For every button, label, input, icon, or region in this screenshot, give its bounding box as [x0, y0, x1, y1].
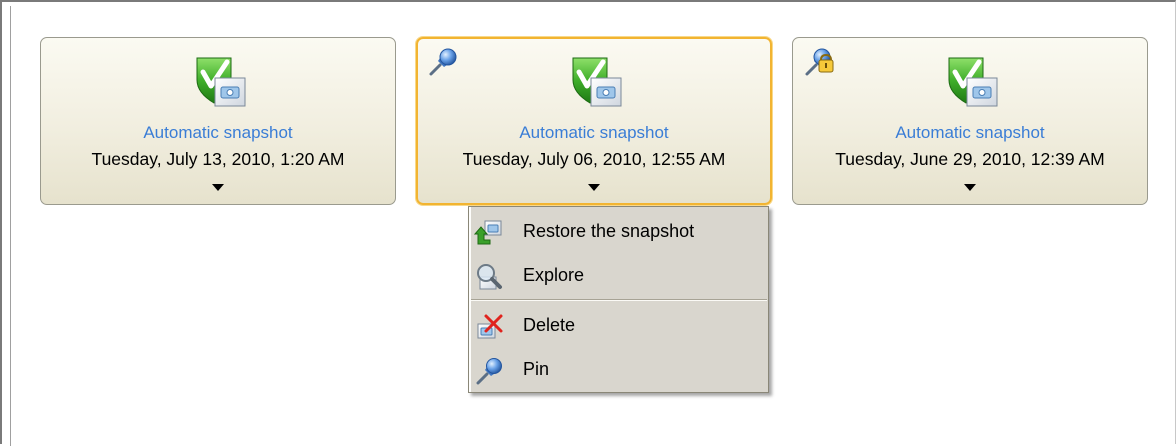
snapshot-card-3[interactable]: Automatic snapshot Tuesday, June 29, 201… — [792, 37, 1148, 205]
menu-separator — [471, 299, 767, 301]
snapshot-context-menu: Restore the snapshot Explore Delete Pin — [468, 206, 769, 393]
menu-item-explore[interactable]: Explore — [471, 256, 766, 296]
dropdown-arrow-icon[interactable] — [964, 184, 976, 191]
locked-pin-icon — [805, 48, 834, 76]
dropdown-arrow-icon[interactable] — [212, 184, 224, 191]
menu-item-label: Restore the snapshot — [523, 221, 695, 241]
snapshot-date: Tuesday, July 06, 2010, 12:55 AM — [462, 149, 726, 169]
snapshot-title[interactable]: Automatic snapshot — [41, 123, 395, 143]
delete-icon — [477, 314, 503, 339]
snapshot-card-1[interactable]: Automatic snapshot Tuesday, July 13, 201… — [40, 37, 396, 205]
snapshot-title[interactable]: Automatic snapshot — [418, 123, 770, 143]
pin-icon — [429, 48, 457, 76]
menu-item-pin[interactable]: Pin — [471, 350, 766, 390]
menu-item-label: Pin — [523, 359, 550, 379]
snapshot-title[interactable]: Automatic snapshot — [793, 123, 1147, 143]
panel-divider — [10, 6, 11, 446]
menu-item-delete[interactable]: Delete — [471, 306, 766, 346]
pin-icon — [476, 358, 502, 385]
menu-item-label: Explore — [523, 265, 585, 285]
snapshot-browser-panel: Automatic snapshot Tuesday, July 13, 201… — [0, 0, 1176, 446]
menu-item-label: Delete — [523, 315, 576, 335]
restore-icon — [474, 220, 502, 245]
snapshot-shield-icon — [572, 57, 622, 107]
snapshot-date: Tuesday, June 29, 2010, 12:39 AM — [835, 149, 1105, 169]
magnifier-icon — [477, 264, 502, 290]
menu-item-restore[interactable]: Restore the snapshot — [471, 212, 766, 252]
snapshot-date: Tuesday, July 13, 2010, 1:20 AM — [91, 149, 345, 169]
snapshot-shield-icon — [948, 57, 998, 107]
snapshot-shield-icon — [196, 57, 246, 107]
snapshot-card-2[interactable]: Automatic snapshot Tuesday, July 06, 201… — [416, 37, 772, 205]
dropdown-arrow-icon[interactable] — [588, 184, 600, 191]
